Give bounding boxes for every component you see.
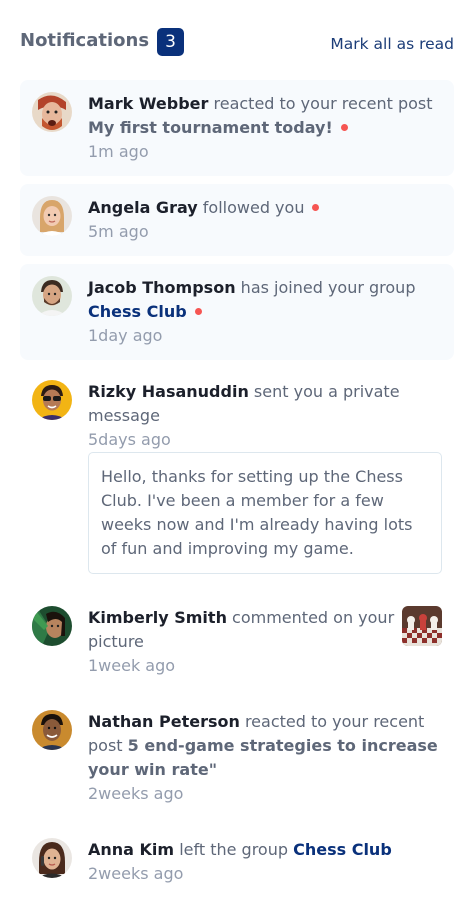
timestamp: 5m ago (88, 222, 149, 241)
avatar-icon[interactable] (32, 276, 72, 316)
notifications-page: Notifications 3 Mark all as read Mark We… (0, 0, 474, 918)
timestamp: 1m ago (88, 142, 149, 161)
avatar-icon[interactable] (32, 92, 72, 132)
timestamp: 5days ago (88, 430, 171, 449)
notification-item[interactable]: Kimberly Smith commented on your picture… (20, 594, 454, 690)
avatar-icon[interactable] (32, 606, 72, 646)
notification-item[interactable]: Nathan Peterson reacted to your recent p… (20, 698, 454, 818)
notification-item[interactable]: Anna Kim left the group Chess Club 2week… (20, 826, 454, 898)
group-link[interactable]: Chess Club (293, 840, 392, 859)
timestamp: 2weeks ago (88, 784, 184, 803)
avatar-icon[interactable] (32, 710, 72, 750)
avatar-icon[interactable] (32, 838, 72, 878)
mark-all-read-button[interactable]: Mark all as read (330, 35, 454, 53)
notification-action: has joined your group (240, 278, 416, 297)
notification-action: followed you (202, 198, 305, 217)
user-name[interactable]: Angela Gray (88, 198, 198, 217)
page-title: Notifications (20, 30, 150, 51)
notification-body: Nathan Peterson reacted to your recent p… (88, 710, 448, 806)
timestamp: 2weeks ago (88, 864, 184, 883)
notification-item[interactable]: Jacob Thompson has joined your group Che… (20, 264, 454, 360)
user-name[interactable]: Anna Kim (88, 840, 174, 859)
notification-body: Anna Kim left the group Chess Club 2week… (88, 838, 444, 886)
group-link[interactable]: Chess Club (88, 302, 187, 321)
avatar-icon[interactable] (32, 380, 72, 420)
notification-body: Kimberly Smith commented on your picture… (88, 606, 398, 678)
notification-item[interactable]: Mark Webber reacted to your recent post … (20, 80, 454, 176)
timestamp: 1day ago (88, 326, 163, 345)
notification-body: Rizky Hasanuddin sent you a private mess… (88, 380, 432, 452)
unread-dot (340, 124, 348, 131)
timestamp: 1week ago (88, 656, 176, 675)
notification-action: left the group (179, 840, 288, 859)
post-link[interactable]: 5 end-game strategies to increase your w… (88, 736, 438, 779)
avatar-icon[interactable] (32, 196, 72, 236)
user-name[interactable]: Rizky Hasanuddin (88, 382, 249, 401)
chess-picture-thumbnail-icon[interactable] (402, 606, 442, 646)
unread-dot (194, 308, 202, 315)
user-name[interactable]: Mark Webber (88, 94, 208, 113)
notification-body: Angela Gray followed you 5m ago (88, 196, 444, 244)
user-name[interactable]: Kimberly Smith (88, 608, 227, 627)
notification-item[interactable]: Angela Gray followed you 5m ago (20, 184, 454, 256)
notifications-header: Notifications 3 Mark all as read (20, 28, 454, 58)
notification-body: Jacob Thompson has joined your group Che… (88, 276, 444, 348)
unread-dot (312, 204, 320, 211)
notification-body: Mark Webber reacted to your recent post … (88, 92, 444, 164)
unread-count-badge: 3 (157, 28, 184, 56)
notification-item[interactable]: Rizky Hasanuddin sent you a private mess… (20, 368, 454, 582)
post-link[interactable]: My first tournament today! (88, 118, 333, 137)
user-name[interactable]: Nathan Peterson (88, 712, 240, 731)
user-name[interactable]: Jacob Thompson (88, 278, 236, 297)
private-message-preview[interactable]: Hello, thanks for setting up the Chess C… (88, 452, 442, 574)
notification-action: reacted to your recent post (213, 94, 433, 113)
